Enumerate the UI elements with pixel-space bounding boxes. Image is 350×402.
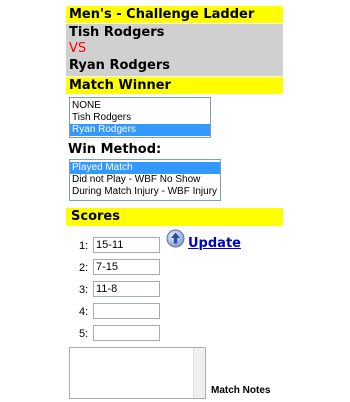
winner-option-player2[interactable]: Ryan Rodgers (70, 124, 210, 136)
win-method-heading: Win Method: (68, 142, 162, 157)
winner-option-none[interactable]: NONE (70, 100, 210, 112)
win-method-listbox[interactable]: Played Match Did not Play - WBF No Show … (69, 159, 221, 201)
notes-scrollbar[interactable] (193, 348, 205, 398)
method-option-no-show[interactable]: Did not Play - WBF No Show (70, 174, 220, 186)
score-input-4[interactable] (93, 303, 160, 319)
match-notes-textarea[interactable] (69, 347, 206, 399)
player-two-name: Ryan Rodgers (69, 58, 170, 73)
method-option-played[interactable]: Played Match (70, 162, 220, 174)
method-option-injury[interactable]: During Match Injury - WBF Injury (70, 186, 220, 198)
match-winner-listbox[interactable]: NONE Tish Rodgers Ryan Rodgers (69, 97, 211, 138)
score-label-2: 2: (79, 262, 89, 274)
winner-option-player1[interactable]: Tish Rodgers (70, 112, 210, 124)
score-label-3: 3: (79, 284, 89, 296)
ladder-title: Men's - Challenge Ladder (66, 6, 283, 23)
upload-arrow-icon[interactable] (166, 229, 185, 248)
match-winner-heading: Match Winner (66, 77, 283, 94)
score-label-4: 4: (79, 306, 89, 318)
score-input-1[interactable] (93, 237, 160, 253)
match-notes-label: Match Notes (211, 385, 271, 396)
scores-heading: Scores (66, 208, 283, 226)
match-players-panel: Tish Rodgers VS Ryan Rodgers (66, 24, 283, 76)
score-label-5: 5: (79, 328, 89, 340)
versus-label: VS (69, 41, 87, 56)
score-input-5[interactable] (93, 325, 160, 341)
score-label-1: 1: (79, 240, 89, 252)
score-input-3[interactable] (93, 281, 160, 297)
update-link[interactable]: Update (188, 236, 241, 251)
player-one-name: Tish Rodgers (69, 25, 165, 40)
score-input-2[interactable] (93, 259, 160, 275)
